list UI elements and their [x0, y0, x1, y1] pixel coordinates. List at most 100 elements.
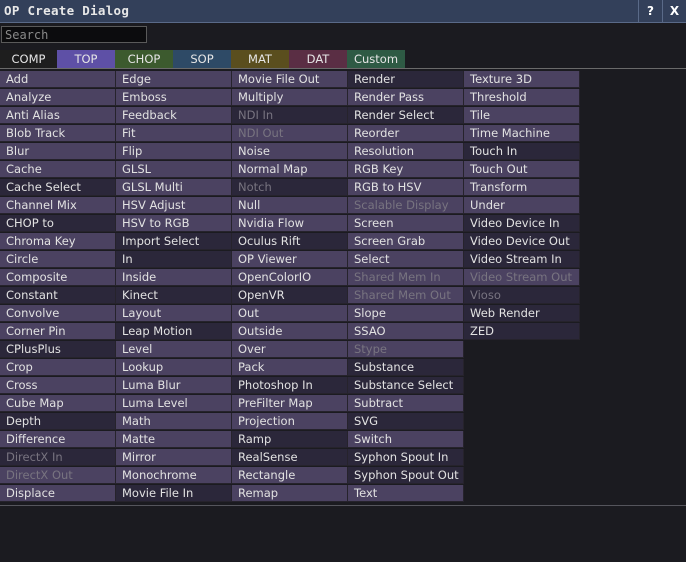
operator-item[interactable]: Touch In — [464, 143, 580, 160]
operator-item[interactable]: Anti Alias — [0, 107, 116, 124]
operator-item[interactable]: Switch — [348, 431, 464, 448]
operator-item[interactable]: SSAO — [348, 323, 464, 340]
operator-item[interactable]: Substance Select — [348, 377, 464, 394]
operator-item[interactable]: Screen — [348, 215, 464, 232]
tab-sop[interactable]: SOP — [173, 50, 231, 68]
operator-item[interactable]: HSV to RGB — [116, 215, 232, 232]
operator-item[interactable]: Slope — [348, 305, 464, 322]
operator-item[interactable]: OpenVR — [232, 287, 348, 304]
tab-chop[interactable]: CHOP — [115, 50, 173, 68]
operator-item[interactable]: GLSL Multi — [116, 179, 232, 196]
operator-item[interactable]: Cube Map — [0, 395, 116, 412]
operator-item[interactable]: CHOP to — [0, 215, 116, 232]
operator-item[interactable]: Syphon Spout Out — [348, 467, 464, 484]
tab-mat[interactable]: MAT — [231, 50, 289, 68]
operator-item[interactable]: Convolve — [0, 305, 116, 322]
operator-item[interactable]: Projection — [232, 413, 348, 430]
operator-item[interactable]: Mirror — [116, 449, 232, 466]
operator-item[interactable]: In — [116, 251, 232, 268]
operator-item[interactable]: Layout — [116, 305, 232, 322]
operator-item[interactable]: Texture 3D — [464, 71, 580, 88]
operator-item[interactable]: Channel Mix — [0, 197, 116, 214]
operator-item[interactable]: Crop — [0, 359, 116, 376]
operator-item[interactable]: Fit — [116, 125, 232, 142]
operator-item[interactable]: Rectangle — [232, 467, 348, 484]
operator-item[interactable]: Kinect — [116, 287, 232, 304]
operator-item[interactable]: OpenColorIO — [232, 269, 348, 286]
operator-item[interactable]: Video Device Out — [464, 233, 580, 250]
operator-item[interactable]: Noise — [232, 143, 348, 160]
operator-item[interactable]: Oculus Rift — [232, 233, 348, 250]
operator-item[interactable]: Pack — [232, 359, 348, 376]
operator-item[interactable]: Composite — [0, 269, 116, 286]
operator-item[interactable]: ZED — [464, 323, 580, 340]
operator-item[interactable]: Level — [116, 341, 232, 358]
operator-item[interactable]: Render — [348, 71, 464, 88]
operator-item[interactable]: Photoshop In — [232, 377, 348, 394]
operator-item[interactable]: Monochrome — [116, 467, 232, 484]
operator-item[interactable]: Normal Map — [232, 161, 348, 178]
operator-item[interactable]: Luma Blur — [116, 377, 232, 394]
operator-item[interactable]: Web Render — [464, 305, 580, 322]
operator-item[interactable]: Syphon Spout In — [348, 449, 464, 466]
operator-item[interactable]: SVG — [348, 413, 464, 430]
operator-item[interactable]: RealSense — [232, 449, 348, 466]
operator-item[interactable]: Corner Pin — [0, 323, 116, 340]
operator-item[interactable]: Blur — [0, 143, 116, 160]
operator-item[interactable]: Out — [232, 305, 348, 322]
operator-item[interactable]: Inside — [116, 269, 232, 286]
operator-item[interactable]: Movie File Out — [232, 71, 348, 88]
operator-item[interactable]: HSV Adjust — [116, 197, 232, 214]
operator-item[interactable]: Cache — [0, 161, 116, 178]
operator-item[interactable]: Emboss — [116, 89, 232, 106]
operator-item[interactable]: Video Device In — [464, 215, 580, 232]
operator-item[interactable]: Video Stream In — [464, 251, 580, 268]
tab-custom[interactable]: Custom — [347, 50, 405, 68]
operator-item[interactable]: Edge — [116, 71, 232, 88]
operator-item[interactable]: GLSL — [116, 161, 232, 178]
operator-item[interactable]: Matte — [116, 431, 232, 448]
tab-top[interactable]: TOP — [57, 50, 115, 68]
operator-item[interactable]: Time Machine — [464, 125, 580, 142]
operator-item[interactable]: Leap Motion — [116, 323, 232, 340]
tab-dat[interactable]: DAT — [289, 50, 347, 68]
operator-item[interactable]: Over — [232, 341, 348, 358]
operator-item[interactable]: Transform — [464, 179, 580, 196]
operator-item[interactable]: Feedback — [116, 107, 232, 124]
tab-comp[interactable]: COMP — [0, 50, 57, 68]
operator-item[interactable]: Analyze — [0, 89, 116, 106]
operator-item[interactable]: Cache Select — [0, 179, 116, 196]
operator-item[interactable]: Blob Track — [0, 125, 116, 142]
operator-item[interactable]: CPlusPlus — [0, 341, 116, 358]
operator-item[interactable]: Subtract — [348, 395, 464, 412]
operator-item[interactable]: Displace — [0, 485, 116, 502]
operator-item[interactable]: Screen Grab — [348, 233, 464, 250]
operator-item[interactable]: RGB to HSV — [348, 179, 464, 196]
operator-item[interactable]: Ramp — [232, 431, 348, 448]
operator-item[interactable]: Movie File In — [116, 485, 232, 502]
operator-item[interactable]: Substance — [348, 359, 464, 376]
operator-item[interactable]: Threshold — [464, 89, 580, 106]
operator-item[interactable]: Depth — [0, 413, 116, 430]
search-input[interactable] — [1, 26, 147, 43]
operator-item[interactable]: Circle — [0, 251, 116, 268]
operator-item[interactable]: PreFilter Map — [232, 395, 348, 412]
operator-item[interactable]: Lookup — [116, 359, 232, 376]
operator-item[interactable]: Render Select — [348, 107, 464, 124]
operator-item[interactable]: Reorder — [348, 125, 464, 142]
operator-item[interactable]: Constant — [0, 287, 116, 304]
operator-item[interactable]: Difference — [0, 431, 116, 448]
operator-item[interactable]: Outside — [232, 323, 348, 340]
operator-item[interactable]: Null — [232, 197, 348, 214]
operator-item[interactable]: Chroma Key — [0, 233, 116, 250]
operator-item[interactable]: Resolution — [348, 143, 464, 160]
operator-item[interactable]: Under — [464, 197, 580, 214]
operator-item[interactable]: Math — [116, 413, 232, 430]
operator-item[interactable]: Touch Out — [464, 161, 580, 178]
operator-item[interactable]: Nvidia Flow — [232, 215, 348, 232]
operator-item[interactable]: RGB Key — [348, 161, 464, 178]
operator-item[interactable]: Multiply — [232, 89, 348, 106]
operator-item[interactable]: Select — [348, 251, 464, 268]
close-button[interactable]: X — [662, 0, 686, 23]
operator-item[interactable]: Text — [348, 485, 464, 502]
